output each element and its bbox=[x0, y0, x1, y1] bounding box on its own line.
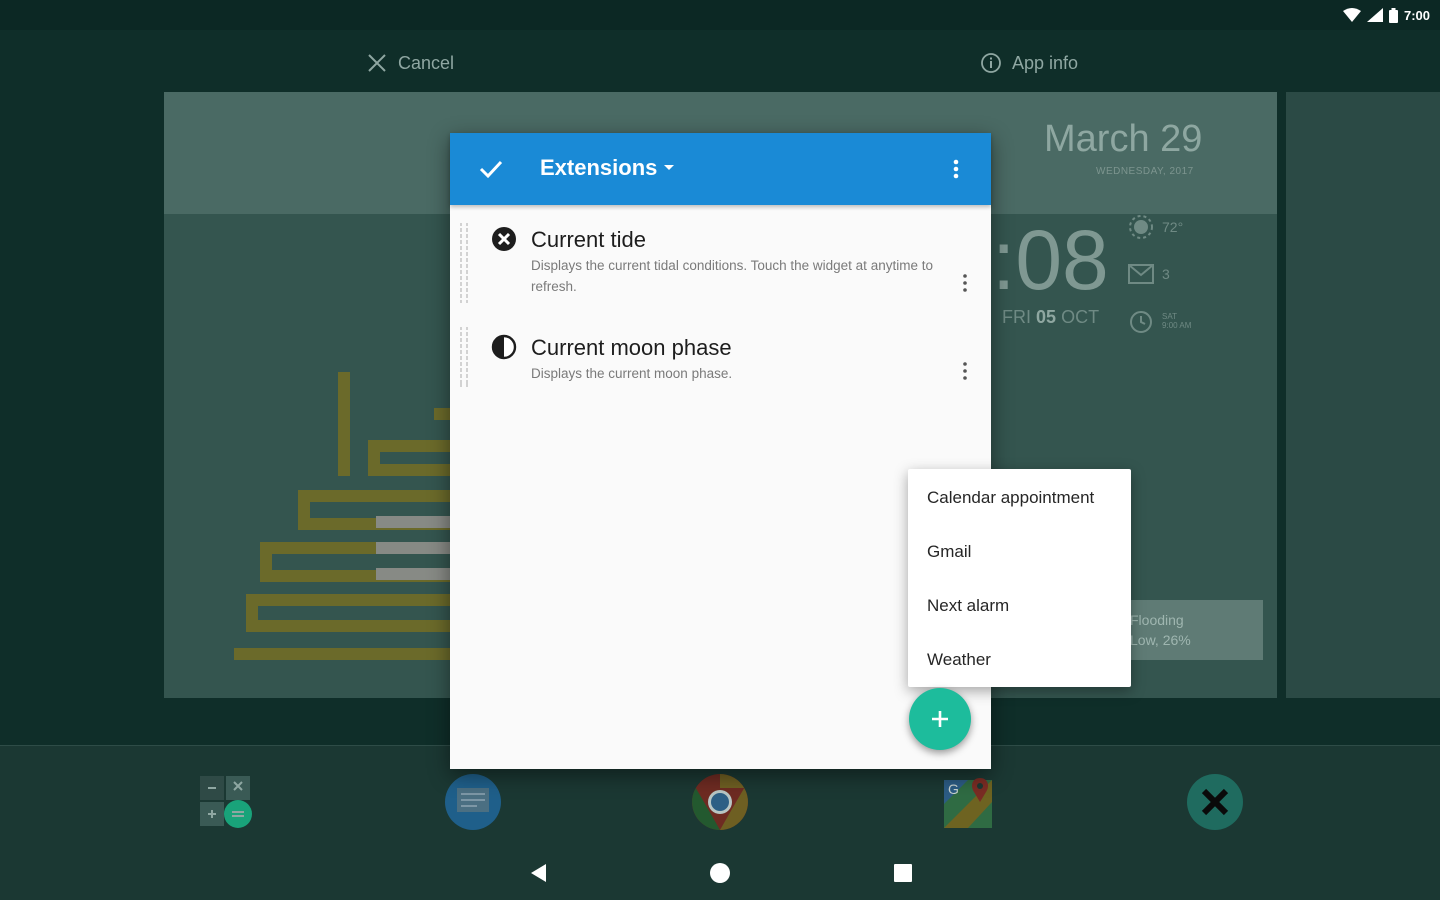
status-bar: 7:00 bbox=[0, 0, 1440, 30]
cancel-label: Cancel bbox=[398, 52, 455, 73]
alarm-icon bbox=[1130, 311, 1152, 333]
close-circle-icon bbox=[492, 227, 516, 251]
menu-item-gmail[interactable]: Gmail bbox=[908, 525, 1131, 579]
cancel-button[interactable]: Cancel bbox=[366, 52, 454, 74]
dropdown-arrow-icon bbox=[664, 165, 675, 170]
plus-icon bbox=[932, 711, 948, 727]
extension-description: Displays the current tidal conditions. T… bbox=[531, 258, 933, 294]
add-extension-menu: Calendar appointment Gmail Next alarm We… bbox=[908, 469, 1131, 687]
clock-day: FRI bbox=[1002, 307, 1031, 327]
weather-temp: 72° bbox=[1162, 219, 1184, 235]
app-info-button[interactable]: App info bbox=[980, 52, 1078, 74]
widget-alarm: SAT 9:00 AM bbox=[1128, 308, 1191, 334]
wifi-icon bbox=[1342, 8, 1361, 22]
signal-icon bbox=[1366, 8, 1383, 22]
close-app-icon[interactable] bbox=[1185, 772, 1245, 832]
clock-daynum: 05 bbox=[1036, 307, 1057, 327]
flood-title: Flooding bbox=[1130, 612, 1184, 628]
recents-nav-button[interactable] bbox=[888, 858, 918, 888]
drag-handle-icon[interactable] bbox=[458, 223, 472, 303]
maps-icon[interactable]: G bbox=[938, 772, 998, 832]
extensions-dropdown[interactable]: Extensions bbox=[540, 155, 675, 181]
extension-name: Current tide bbox=[531, 227, 646, 252]
status-icons: 7:00 bbox=[1342, 6, 1430, 24]
battery-icon bbox=[1388, 7, 1398, 23]
menu-item-next-alarm[interactable]: Next alarm bbox=[908, 579, 1131, 633]
mail-count: 3 bbox=[1162, 266, 1170, 282]
extension-name: Current moon phase bbox=[531, 335, 732, 360]
flood-sub: Low, 26% bbox=[1130, 632, 1191, 648]
widget-clock-date: FRI 05 OCT bbox=[1002, 307, 1099, 328]
status-time: 7:00 bbox=[1403, 7, 1430, 23]
alarm-time: 9:00 AM bbox=[1162, 321, 1192, 330]
menu-item-weather[interactable]: Weather bbox=[908, 633, 1131, 687]
menu-item-calendar-appointment[interactable]: Calendar appointment bbox=[908, 471, 1131, 525]
messages-icon[interactable] bbox=[443, 772, 503, 832]
close-icon bbox=[368, 54, 386, 72]
home-nav-button[interactable] bbox=[705, 858, 735, 888]
next-widget-preview bbox=[1286, 92, 1440, 698]
add-extension-fab[interactable] bbox=[909, 688, 971, 750]
back-nav-button[interactable] bbox=[524, 858, 554, 888]
calculator-icon[interactable] bbox=[198, 772, 258, 832]
clock-month: OCT bbox=[1061, 307, 1100, 327]
app-info-label: App info bbox=[1012, 52, 1079, 73]
confirm-check-button[interactable] bbox=[477, 155, 505, 183]
moon-phase-icon bbox=[491, 334, 517, 360]
mail-icon bbox=[1128, 264, 1154, 284]
chrome-icon[interactable] bbox=[690, 772, 750, 832]
item-more-icon[interactable] bbox=[956, 271, 974, 295]
item-more-icon[interactable] bbox=[956, 359, 974, 383]
widget-date: March 29 bbox=[1044, 118, 1203, 160]
sun-icon bbox=[1129, 215, 1153, 239]
overflow-menu-button[interactable] bbox=[944, 157, 968, 181]
drag-handle-icon[interactable] bbox=[458, 327, 472, 387]
widget-weather: 72° bbox=[1128, 214, 1183, 240]
extensions-title: Extensions bbox=[540, 155, 658, 180]
dialog-toolbar: Extensions bbox=[450, 133, 991, 205]
tide-illustration bbox=[234, 372, 450, 660]
alarm-text: SAT 9:00 AM bbox=[1162, 312, 1191, 330]
extension-item-current-tide[interactable]: Current tide Displays the current tidal … bbox=[450, 217, 991, 317]
alarm-day: SAT bbox=[1162, 312, 1177, 321]
widget-clock: :08 bbox=[992, 213, 1109, 307]
svg-text:G: G bbox=[948, 781, 959, 797]
widget-flood-card: Flooding Low, 26% bbox=[1122, 600, 1263, 660]
widget-date-sub: WEDNESDAY, 2017 bbox=[1096, 166, 1194, 177]
extension-description: Displays the current moon phase. bbox=[531, 366, 733, 381]
extension-item-current-moon-phase[interactable]: Current moon phase Displays the current … bbox=[450, 325, 991, 395]
info-icon bbox=[981, 53, 1001, 73]
widget-mail: 3 bbox=[1128, 264, 1170, 284]
action-bar: Cancel App info bbox=[0, 30, 1440, 92]
